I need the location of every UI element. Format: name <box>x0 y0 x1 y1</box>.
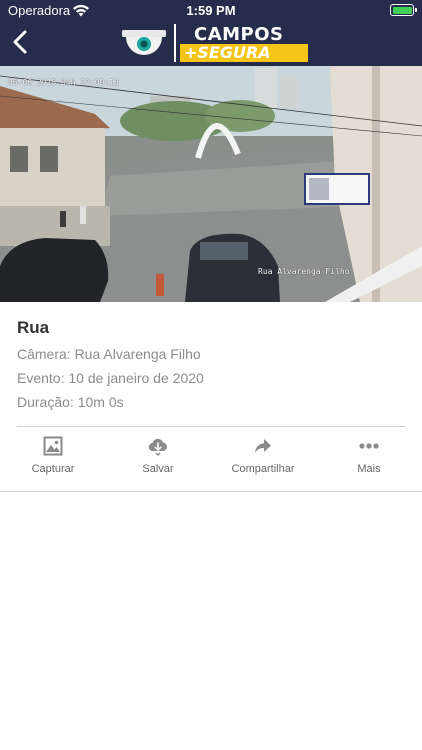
logo-divider <box>174 24 176 62</box>
security-camera-icon <box>122 30 166 55</box>
event-date: Evento: 10 de janeiro de 2020 <box>17 370 204 386</box>
app-header: Operadora 1:59 PM CAMPOS +SEGURA <box>0 0 422 66</box>
image-icon <box>43 436 63 456</box>
logo-text-campos: CAMPOS <box>194 24 284 45</box>
divider <box>0 491 422 492</box>
event-details: Rua Câmera: Rua Alvarenga Filho Evento: … <box>17 318 405 412</box>
event-duration: Duração: 10m 0s <box>17 394 124 410</box>
more-icon <box>359 443 379 449</box>
video-timestamp-overlay: 06-06 2018 04h 22:09:13 <box>8 78 119 87</box>
cloud-download-icon <box>148 438 167 456</box>
action-bar: Capturar Salvar Compartilhar Mais <box>0 432 422 488</box>
chevron-left-icon[interactable] <box>8 28 34 56</box>
video-location-overlay: Rua Alvarenga Filho <box>258 267 350 276</box>
more-label: Mais <box>357 463 381 475</box>
battery-charging-icon <box>390 4 417 16</box>
status-bar: Operadora 1:59 PM <box>0 0 422 22</box>
camera-scene <box>0 66 422 302</box>
clock: 1:59 PM <box>186 3 236 18</box>
app-logo: CAMPOS +SEGURA <box>118 22 310 64</box>
capture-button[interactable]: Capturar <box>0 432 106 488</box>
capture-label: Capturar <box>31 463 75 475</box>
camera-name: Câmera: Rua Alvarenga Filho <box>17 346 201 362</box>
event-title: Rua <box>17 318 50 337</box>
share-icon <box>255 439 271 453</box>
share-button[interactable]: Compartilhar <box>210 432 316 488</box>
save-button[interactable]: Salvar <box>105 432 211 488</box>
save-label: Salvar <box>142 463 174 475</box>
battery-level <box>392 6 412 14</box>
logo-text-segura: +SEGURA <box>180 44 308 62</box>
share-label: Compartilhar <box>231 463 295 475</box>
camera-video-frame[interactable]: 06-06 2018 04h 22:09:13 Rua Alvarenga Fi… <box>0 66 422 302</box>
more-button[interactable]: Mais <box>316 432 422 488</box>
divider <box>17 426 405 427</box>
